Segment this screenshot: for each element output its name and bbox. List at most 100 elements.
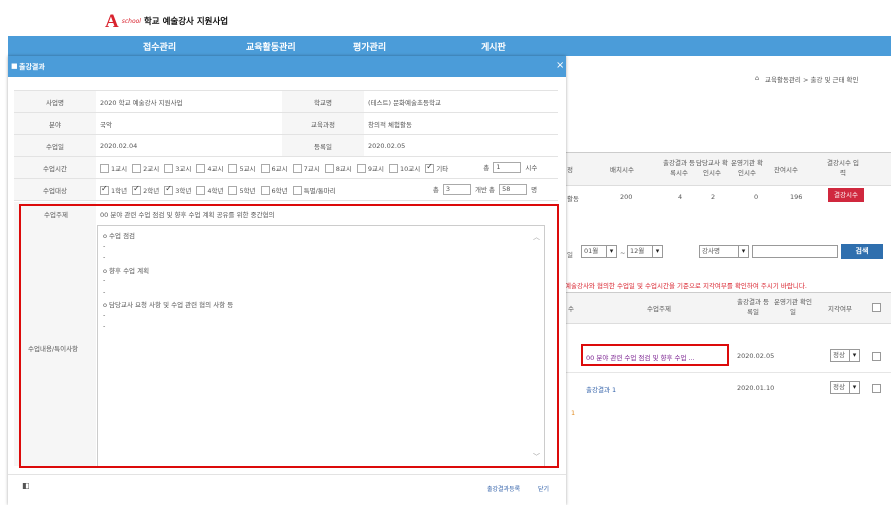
- class-time-options: 1교시 2교시 3교시 4교시 5교시 6교시 7교시 8교시 9교시 10교시 기타 총 1 시수: [96, 156, 558, 179]
- course-label: 교육과정: [282, 112, 364, 135]
- site-title: 학교 예술강사 지원사업: [143, 17, 229, 27]
- row-checkbox[interactable]: [872, 352, 881, 361]
- target-label: 수업대상: [14, 178, 96, 201]
- search-button[interactable]: 검색: [841, 244, 883, 259]
- col-remaining: 잔여시수: [774, 166, 798, 174]
- nav-item-board[interactable]: 게시판: [481, 40, 506, 53]
- nav-item-reception[interactable]: 접수관리: [143, 40, 176, 53]
- class-time-checkbox[interactable]: [132, 164, 142, 173]
- class-time-option[interactable]: 기타: [425, 162, 449, 173]
- class-time-option-label: 5교시: [239, 164, 256, 173]
- student-unit: 명: [531, 185, 538, 194]
- notice-text: 예술강사와 협의한 수업일 및 수업시간을 기준으로 지각여부를 확인하여 주시…: [565, 282, 807, 290]
- target-grade-option-label: 특별/통마리: [303, 186, 336, 195]
- absence-button[interactable]: 결강시수: [828, 188, 864, 202]
- class-time-option[interactable]: 7교시: [292, 163, 320, 173]
- school-label: 학교명: [282, 90, 364, 113]
- target-grade-checkbox[interactable]: [292, 186, 302, 195]
- class-time-checkbox[interactable]: [100, 164, 109, 173]
- target-grade-checkbox[interactable]: [196, 186, 206, 195]
- search-input[interactable]: [752, 245, 838, 258]
- target-grade-option[interactable]: 1학년: [100, 184, 127, 195]
- class-time-checkbox[interactable]: [388, 164, 398, 173]
- class-time-option[interactable]: 5교시: [228, 163, 256, 173]
- from-month-select[interactable]: 01월 ▾: [581, 245, 617, 258]
- class-time-checkbox[interactable]: [425, 162, 435, 173]
- row-divider: [565, 372, 891, 373]
- area-label: 분야: [14, 112, 96, 135]
- class-time-checkbox[interactable]: [164, 164, 174, 173]
- chevron-down-icon: ▾: [849, 382, 859, 393]
- target-grade-option[interactable]: 4학년: [196, 185, 224, 195]
- course-value: 창의적 체험활동: [364, 112, 558, 135]
- class-time-option[interactable]: 3교시: [164, 163, 192, 173]
- class-time-option[interactable]: 2교시: [132, 163, 159, 173]
- list-col-late: 지각여부: [828, 305, 852, 313]
- row-agency: 0: [754, 193, 759, 201]
- nav-item-evaluation[interactable]: 평가관리: [353, 40, 386, 53]
- target-grade-checkbox[interactable]: [260, 186, 270, 195]
- target-grade-option[interactable]: 특별/통마리: [292, 185, 336, 195]
- modal-title: 출강결과: [19, 63, 45, 71]
- search-type-select[interactable]: 강사명 ▾: [699, 245, 749, 258]
- pagination-page[interactable]: 1: [571, 409, 575, 417]
- late-status-select-1[interactable]: 정상 ▾: [830, 349, 860, 362]
- row-assigned: 200: [620, 193, 633, 201]
- class-time-checkbox[interactable]: [228, 164, 238, 173]
- nav-item-activity[interactable]: 교육활동관리: [246, 40, 296, 53]
- target-grade-option[interactable]: 2학년: [132, 184, 159, 195]
- highlight-box-content: [19, 204, 559, 468]
- target-grade-checkbox[interactable]: [228, 186, 238, 195]
- target-grade-checkbox[interactable]: [100, 184, 109, 195]
- target-grade-option-label: 4학년: [207, 186, 224, 195]
- col-agency-confirmed: 운영기관 확인시수: [731, 159, 763, 177]
- target-grade-option[interactable]: 3학년: [164, 184, 192, 195]
- class-time-option[interactable]: 9교시: [356, 163, 384, 173]
- register-result-button[interactable]: 출강결과등록: [487, 484, 520, 493]
- row-checkbox[interactable]: [872, 384, 881, 393]
- student-total-input[interactable]: 58: [499, 184, 528, 196]
- class-time-label: 수업시간: [14, 156, 96, 179]
- class-time-checkbox[interactable]: [324, 164, 334, 173]
- class-total-input[interactable]: 3: [442, 184, 471, 196]
- list-row-2-subject[interactable]: 출강결과 1: [586, 384, 616, 394]
- class-time-option-label: 8교시: [335, 164, 352, 173]
- class-time-option[interactable]: 6교시: [260, 163, 288, 173]
- business-label: 사업명: [14, 90, 96, 113]
- select-all-checkbox[interactable]: [872, 303, 881, 312]
- class-time-checkbox[interactable]: [292, 164, 302, 173]
- list-col-confirmed: 운영기관 확인일: [774, 298, 812, 316]
- class-time-option-label: 3교시: [175, 164, 192, 173]
- to-month-select[interactable]: 12월 ▾: [627, 245, 663, 258]
- class-total-label: 총: [432, 185, 439, 194]
- class-time-checkbox[interactable]: [260, 164, 270, 173]
- class-time-option[interactable]: 4교시: [196, 163, 223, 173]
- list-col-no: 수: [568, 305, 574, 313]
- close-icon[interactable]: ×: [556, 60, 564, 71]
- col-absence-input: 결강시수 입력: [827, 159, 859, 177]
- class-time-option[interactable]: 10교시: [388, 163, 420, 173]
- late-status-select-2[interactable]: 정상 ▾: [830, 381, 860, 394]
- target-grade-option-label: 3학년: [175, 186, 192, 195]
- list-row-1-subject[interactable]: 00 분야 관련 수업 점검 및 향후 수업 ...: [586, 352, 695, 362]
- class-date-value: 2020.02.04: [96, 134, 282, 157]
- time-total-input[interactable]: 1: [493, 162, 522, 174]
- class-time-checkbox[interactable]: [356, 164, 366, 173]
- row-type: 활동: [567, 195, 579, 203]
- target-grade-option[interactable]: 5학년: [228, 185, 256, 195]
- close-button[interactable]: 닫기: [538, 484, 549, 493]
- student-label: 개반 총: [474, 185, 495, 194]
- target-grade-option[interactable]: 6학년: [260, 185, 288, 195]
- info-icon: ◧: [22, 481, 30, 490]
- class-time-checkbox[interactable]: [196, 164, 206, 173]
- site-logo[interactable]: A school 학교 예술강사 지원사업: [105, 10, 228, 32]
- class-time-option[interactable]: 1교시: [100, 163, 127, 173]
- list-col-subject: 수업주제: [647, 305, 671, 313]
- class-time-option-label: 기타: [436, 164, 449, 173]
- target-grade-checkbox[interactable]: [164, 184, 174, 195]
- target-grade-option-label: 5학년: [239, 186, 256, 195]
- class-time-option[interactable]: 8교시: [324, 163, 352, 173]
- target-grade-checkbox[interactable]: [132, 184, 142, 195]
- area-value: 국악: [96, 112, 282, 135]
- col-teacher-confirmed: 담당교사 확인시수: [696, 159, 728, 177]
